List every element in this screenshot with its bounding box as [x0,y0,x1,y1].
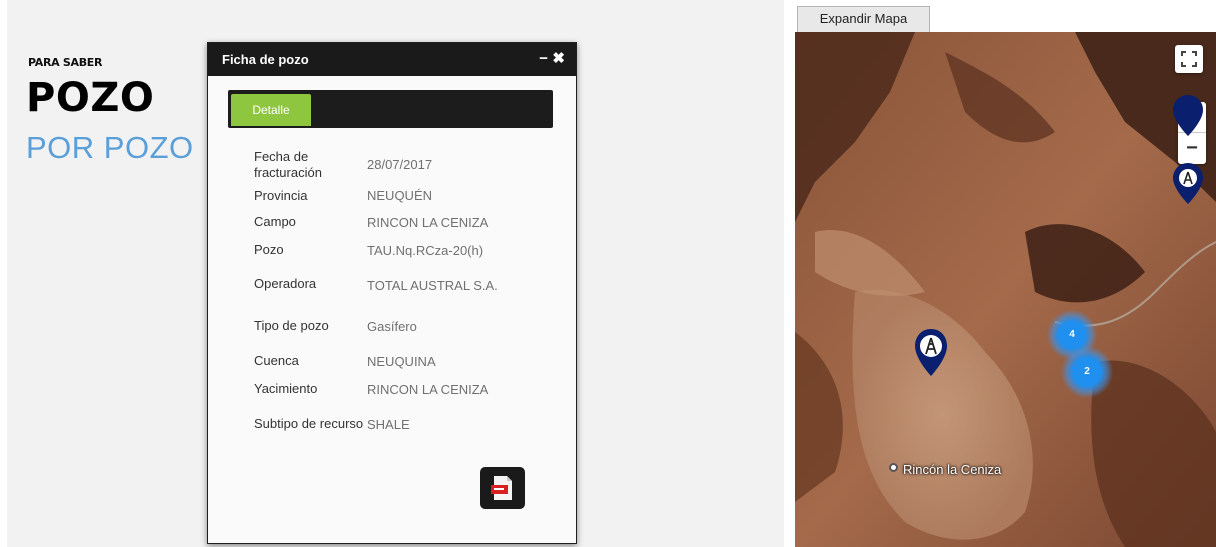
well-marker-icon[interactable] [1171,162,1205,206]
table-row: Cuenca NEUQUINA [254,348,498,374]
well-marker-icon[interactable] [913,328,949,378]
place-dot-icon [889,463,898,472]
pdf-download-button[interactable] [480,467,525,509]
field-label: Cuenca [254,353,299,368]
field-label: Operadora [254,276,317,291]
field-value: TOTAL AUSTRAL S.A. [367,277,498,293]
field-label: Yacimiento [254,381,318,396]
dialog-tabbar: Detalle [228,90,553,128]
field-value: Gasífero [367,318,417,334]
brand-tagline: PARA SABER [28,56,103,69]
close-icon[interactable]: ✖ [552,50,565,68]
pdf-document-icon [491,476,512,500]
well-marker-icon[interactable] [1171,94,1205,138]
table-row: Operadora TOTAL AUSTRAL S.A. [254,264,498,304]
field-value: RINCON LA CENIZA [367,381,489,397]
fullscreen-button[interactable] [1175,45,1203,73]
field-value: SHALE [367,416,410,432]
satellite-map[interactable]: + − 4 2 [795,32,1216,547]
field-value: RINCON LA CENIZA [367,214,489,230]
map-terrain [795,32,1216,547]
field-value: NEUQUÉN [367,188,433,203]
table-row: Tipo de pozo Gasífero [254,304,498,348]
table-row: Fecha de fracturación 28/07/2017 [254,146,498,183]
field-label: Subtipo de recurso [254,416,364,431]
table-row: Pozo TAU.Nq.RCza-20(h) [254,236,498,264]
field-label: Pozo [254,242,284,257]
page: PARA SABER POZO POR POZO Ficha de pozo −… [0,0,1216,547]
place-label: Rincón la Ceniza [903,462,1002,477]
dialog-title: Ficha de pozo [222,52,309,67]
details-table: Fecha de fracturación 28/07/2017 Provinc… [254,146,498,444]
brand-title: POZO [26,75,155,121]
field-label: Campo [254,214,296,229]
field-label: Tipo de pozo [254,318,329,333]
fullscreen-icon [1181,51,1197,67]
field-label: Provincia [254,187,308,203]
field-value: NEUQUINA [367,353,436,369]
cluster-icon[interactable]: 2 [1061,346,1113,398]
table-row: Provincia NEUQUÉN [254,183,498,208]
well-detail-dialog: Ficha de pozo − ✖ Detalle Fecha de fract… [207,42,577,544]
dialog-titlebar[interactable]: Ficha de pozo − ✖ [208,43,576,76]
field-value: 28/07/2017 [367,157,433,172]
tab-detalle[interactable]: Detalle [231,94,311,126]
expand-map-button[interactable]: Expandir Mapa [797,6,930,32]
minimize-icon[interactable]: − [539,50,548,68]
brand-subtitle: POR POZO [26,130,194,165]
table-row: Yacimiento RINCON LA CENIZA [254,374,498,404]
field-label: Fecha de fracturación [254,148,322,180]
field-value: TAU.Nq.RCza-20(h) [367,242,484,258]
table-row: Campo RINCON LA CENIZA [254,208,498,236]
table-row: Subtipo de recurso SHALE [254,404,498,444]
